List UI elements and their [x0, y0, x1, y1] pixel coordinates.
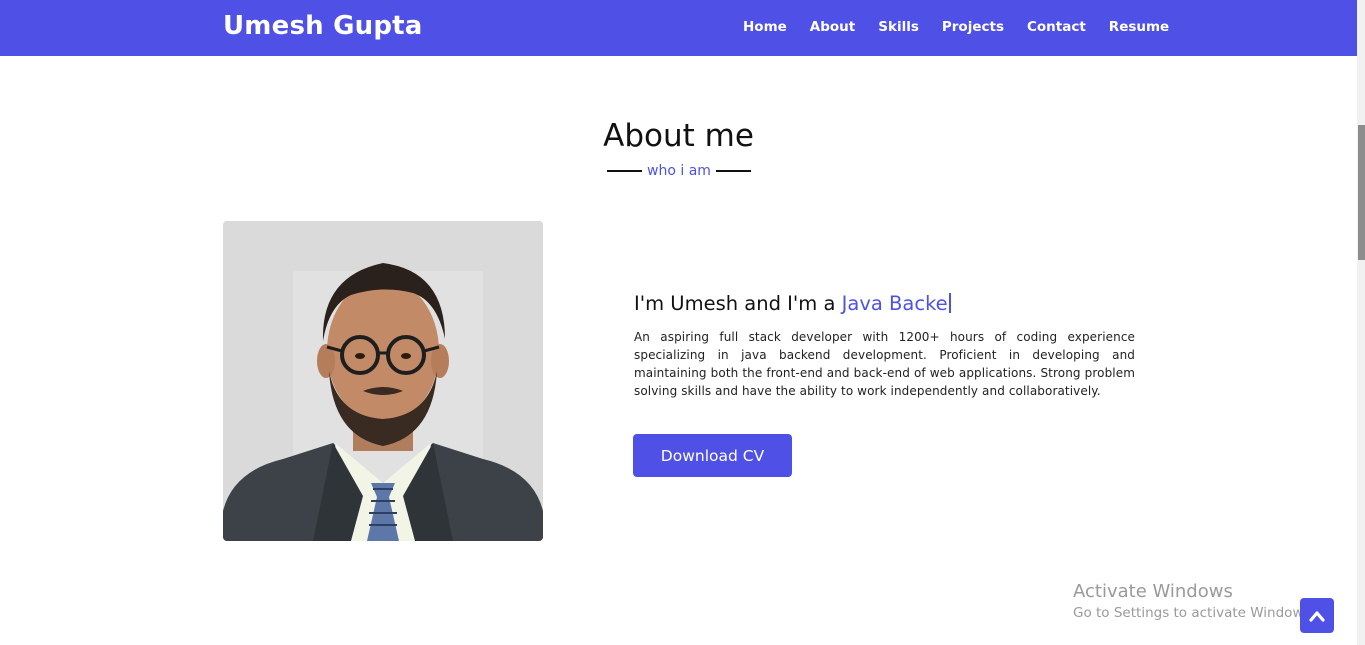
nav-item-home[interactable]: Home: [743, 19, 787, 36]
nav-item-contact[interactable]: Contact: [1027, 19, 1086, 36]
profile-photo-illustration: [223, 221, 543, 541]
intro-heading: I'm Umesh and I'm a Java Backe: [634, 292, 951, 315]
intro-typed-role: Java Backe: [841, 292, 948, 315]
section-subtitle: who i am: [647, 163, 711, 179]
watermark-subtitle: Go to Settings to activate Windows.: [1073, 605, 1315, 621]
page-scrollbar[interactable]: [1357, 0, 1365, 645]
brand-logo[interactable]: Umesh Gupta: [223, 11, 423, 41]
nav-item-resume[interactable]: Resume: [1109, 19, 1169, 36]
scroll-to-top-button[interactable]: [1300, 598, 1334, 633]
section-subtitle-group: who i am: [607, 162, 751, 180]
section-title: About me: [603, 118, 754, 154]
activate-windows-watermark: Activate Windows Go to Settings to activ…: [1073, 581, 1315, 621]
watermark-title: Activate Windows: [1073, 581, 1233, 602]
nav-item-projects[interactable]: Projects: [942, 19, 1004, 36]
profile-photo: [223, 221, 543, 541]
nav-menu: Home About Skills Projects Contact Resum…: [743, 19, 1169, 36]
subtitle-rule-left: [607, 170, 642, 172]
bio-paragraph: An aspiring full stack developer with 12…: [634, 330, 1135, 398]
typing-cursor: [948, 293, 951, 313]
chevron-up-icon: [1309, 610, 1325, 622]
nav-item-about[interactable]: About: [810, 19, 855, 36]
download-cv-button[interactable]: Download CV: [633, 434, 792, 477]
intro-prefix: I'm Umesh and I'm a: [634, 292, 842, 315]
navbar: Umesh Gupta Home About Skills Projects C…: [0, 0, 1357, 56]
scrollbar-thumb[interactable]: [1358, 125, 1365, 260]
nav-item-skills[interactable]: Skills: [878, 19, 919, 36]
subtitle-rule-right: [716, 170, 751, 172]
